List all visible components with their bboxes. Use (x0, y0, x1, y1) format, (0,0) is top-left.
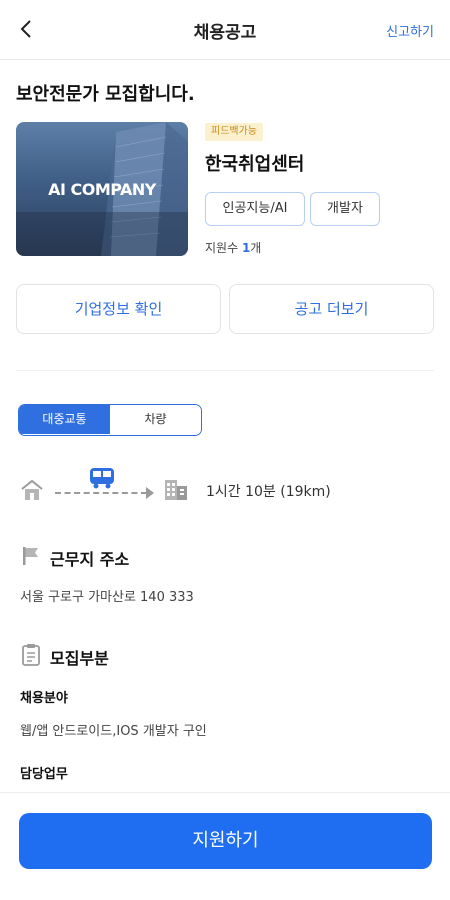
clipboard-icon (22, 644, 40, 666)
tag-developer: 개발자 (310, 192, 380, 226)
field-label: 채용분야 (20, 691, 68, 706)
bus-icon (90, 468, 114, 489)
tab-car[interactable]: 차량 (110, 405, 201, 434)
apply-button[interactable]: 지원하기 (19, 813, 432, 869)
flag-icon (23, 547, 38, 565)
company-image: AI COMPANY (16, 122, 188, 256)
report-link[interactable]: 신고하기 (386, 21, 434, 40)
company-info-button[interactable]: 기업정보 확인 (16, 284, 221, 334)
company-image-text: AI COMPANY (48, 180, 156, 199)
applicant-count-unit: 개 (250, 241, 262, 255)
tag-ai: 인공지능/AI (205, 192, 305, 226)
home-icon (21, 479, 43, 500)
transport-toggle: 대중교통 차량 (18, 404, 202, 436)
field-value: 웹/앱 안드로이드,IOS 개발자 구인 (20, 724, 207, 739)
section-divider (16, 370, 434, 371)
applicant-count-label: 지원수 (205, 241, 242, 255)
route-duration: 1시간 10분 (19km) (206, 484, 331, 500)
more-posts-button[interactable]: 공고 더보기 (229, 284, 434, 334)
tab-public-transit[interactable]: 대중교통 (19, 405, 110, 434)
route-arrow (146, 487, 154, 499)
company-name: 한국취업센터 (205, 154, 305, 175)
duty-label: 담당업무 (20, 767, 68, 782)
building-icon (165, 480, 187, 500)
page-title: 채용공고 (193, 23, 257, 43)
feedback-badge: 피드백가능 (205, 123, 263, 141)
app-header: 채용공고 신고하기 (0, 0, 450, 60)
applicant-count: 지원수 1개 (205, 239, 261, 256)
route-line (55, 492, 147, 494)
job-title: 보안전문가 모집합니다. (16, 84, 195, 105)
address-section-title: 근무지 주소 (50, 550, 130, 569)
recruit-section-title: 모집부분 (50, 649, 109, 668)
work-address: 서울 구로구 가마산로 140 333 (20, 590, 194, 605)
